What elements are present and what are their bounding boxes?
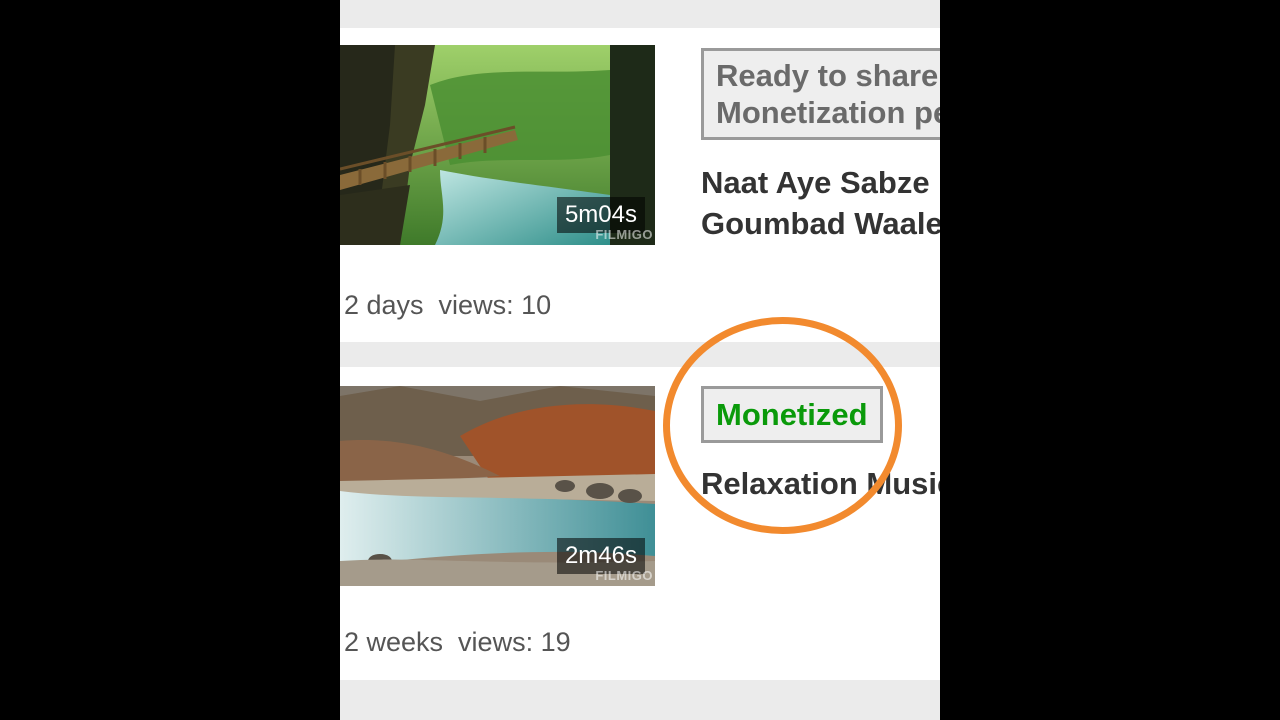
video-card[interactable]: 5m04s FILMIGO Ready to share. Monetizatio… bbox=[340, 28, 940, 342]
video-title-line: Naat Aye Sabze bbox=[701, 165, 930, 200]
status-badge: Ready to share. Monetization pe bbox=[701, 48, 940, 140]
video-meta: : 2 days views: 10 bbox=[340, 290, 552, 320]
watermark-text: FILMIGO bbox=[595, 227, 653, 242]
monetized-badge: Monetized bbox=[701, 386, 883, 443]
video-list-screen: 5m04s FILMIGO Ready to share. Monetizatio… bbox=[340, 0, 940, 720]
video-thumbnail[interactable]: 2m46s FILMIGO bbox=[340, 386, 655, 586]
status-badge-line: Monetization pe bbox=[716, 95, 940, 130]
video-title-line: Goumbad Waale bbox=[701, 206, 940, 241]
video-title[interactable]: Relaxation Music bbox=[701, 463, 940, 504]
video-title[interactable]: Naat Aye Sabze Goumbad Waale bbox=[701, 162, 940, 244]
video-meta: : 2 weeks views: 19 bbox=[340, 627, 571, 657]
video-thumbnail[interactable]: 5m04s FILMIGO bbox=[340, 45, 655, 245]
watermark-text: FILMIGO bbox=[595, 568, 653, 583]
video-card[interactable]: 2m46s FILMIGO Monetized Relaxation Music… bbox=[340, 367, 940, 680]
status-badge-line: Ready to share. bbox=[716, 58, 940, 93]
